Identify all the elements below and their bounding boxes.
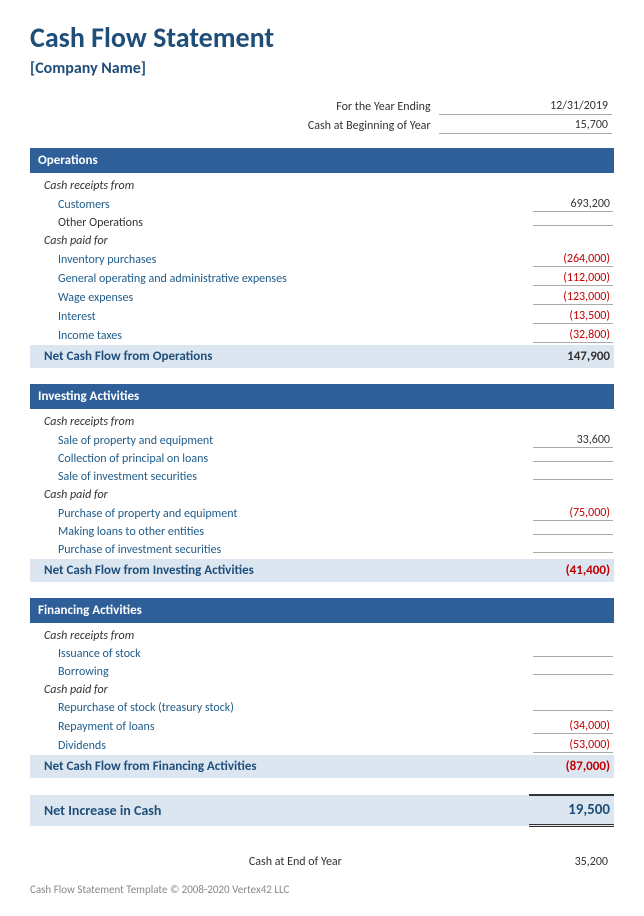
cash-begin-value: 15,700 [439,117,612,134]
borrowing-label: Borrowing [30,663,529,681]
wage-label: Wage expenses [30,288,529,307]
interest-value: (13,500) [533,309,613,324]
cash-begin-label: Cash at Beginning of Year [32,117,437,134]
other-ops-value [533,225,613,226]
sale-prop-label: Sale of property and equipment [30,431,529,450]
collection-value [533,461,613,462]
inv-net-label: Net Cash Flow from Investing Activities [30,559,529,582]
wage-value: (123,000) [533,290,613,305]
purchase-invest-value [533,552,613,553]
investing-table: Cash receipts from Sale of property and … [30,413,614,582]
repurchase-value [533,710,613,711]
inv-net-value: (41,400) [529,559,614,582]
cash-end-label: Cash at End of Year [32,853,346,871]
sale-prop-value: 33,600 [533,433,613,448]
customers-value: 693,200 [533,197,613,212]
ops-net-label: Net Cash Flow from Operations [30,345,529,368]
other-ops-label: Other Operations [30,214,529,232]
inventory-value: (264,000) [533,252,613,267]
fin-net-value: (87,000) [529,755,614,778]
ops-receipts-label: Cash receipts from [30,177,529,195]
purchase-prop-value: (75,000) [533,506,613,521]
year-label: For the Year Ending [32,98,437,115]
investing-header: Investing Activities [30,384,614,409]
cash-end-value: 35,200 [348,853,612,871]
fin-paid-label: Cash paid for [30,681,529,699]
net-increase-value: 19,500 [529,795,614,826]
net-increase-label: Net Increase in Cash [30,795,529,826]
loans-label: Making loans to other entities [30,523,529,541]
inv-paid-label: Cash paid for [30,486,529,504]
repayment-label: Repayment of loans [30,717,529,736]
financing-header: Financing Activities [30,598,614,623]
purchase-invest-label: Purchase of investment securities [30,541,529,559]
gen-admin-label: General operating and administrative exp… [30,269,529,288]
year-value: 12/31/2019 [439,98,612,115]
copyright-text: Cash Flow Statement Template © 2008-2020… [30,883,614,896]
operations-table: Cash receipts from Customers 693,200 Oth… [30,177,614,368]
issuance-label: Issuance of stock [30,645,529,663]
header-section: For the Year Ending 12/31/2019 Cash at B… [30,96,614,136]
loans-value [533,534,613,535]
income-tax-label: Income taxes [30,326,529,345]
sale-invest-label: Sale of investment securities [30,468,529,486]
purchase-prop-label: Purchase of property and equipment [30,504,529,523]
collection-label: Collection of principal on loans [30,450,529,468]
sale-invest-value [533,479,613,480]
interest-label: Interest [30,307,529,326]
inv-receipts-label: Cash receipts from [30,413,529,431]
inventory-label: Inventory purchases [30,250,529,269]
repurchase-label: Repurchase of stock (treasury stock) [30,699,529,717]
operations-header: Operations [30,148,614,173]
footer-section: Cash at End of Year 35,200 [30,851,614,873]
fin-receipts-label: Cash receipts from [30,627,529,645]
fin-net-label: Net Cash Flow from Financing Activities [30,755,529,778]
issuance-value [533,656,613,657]
dividends-label: Dividends [30,736,529,755]
customers-label: Customers [30,195,529,214]
income-tax-value: (32,800) [533,328,613,343]
page-title: Cash Flow Statement [30,20,614,55]
financing-table: Cash receipts from Issuance of stock Bor… [30,627,614,778]
company-name: [Company Name] [30,59,614,78]
ops-net-value: 147,900 [529,345,614,368]
ops-paid-label: Cash paid for [30,232,529,250]
net-increase-table: Net Increase in Cash 19,500 [30,794,614,827]
repayment-value: (34,000) [533,719,613,734]
dividends-value: (53,000) [533,738,613,753]
borrowing-value [533,674,613,675]
gen-admin-value: (112,000) [533,271,613,286]
